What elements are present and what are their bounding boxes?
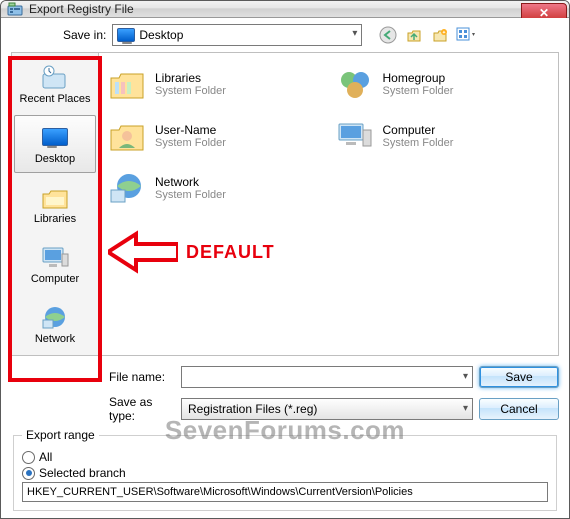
svg-text:✦: ✦ — [442, 30, 446, 36]
homegroup-icon — [335, 64, 375, 104]
radio-all-label: All — [39, 450, 52, 464]
save-as-type-dropdown[interactable]: Registration Files (*.reg) ▾ — [181, 398, 473, 420]
item-name: Computer — [383, 123, 454, 137]
desktop-place-icon — [39, 123, 71, 151]
radio-all-row[interactable]: All — [22, 450, 548, 464]
chevron-down-icon: ▾ — [352, 28, 357, 39]
main-area: Recent Places Desktop Libraries — [11, 52, 559, 356]
radio-all[interactable] — [22, 451, 35, 464]
item-name: Network — [155, 175, 226, 189]
toolbar: ✦ — [368, 25, 476, 45]
regedit-icon — [7, 1, 23, 17]
chevron-down-icon: ▾ — [463, 403, 468, 414]
file-list[interactable]: Libraries System Folder Homegroup System… — [99, 52, 559, 356]
save-in-dropdown[interactable]: Desktop ▾ — [112, 24, 362, 46]
views-button[interactable] — [456, 25, 476, 45]
place-network-label: Network — [35, 333, 75, 345]
cancel-button[interactable]: Cancel — [479, 398, 559, 420]
up-one-level-button[interactable] — [404, 25, 424, 45]
export-range-legend: Export range — [22, 428, 99, 442]
item-sub: System Folder — [383, 137, 454, 149]
item-name: Libraries — [155, 71, 226, 85]
branch-path-input[interactable]: HKEY_CURRENT_USER\Software\Microsoft\Win… — [22, 482, 548, 502]
radio-selected-row[interactable]: Selected branch — [22, 466, 548, 480]
item-name: Homegroup — [383, 71, 454, 85]
save-button[interactable]: Save — [479, 366, 559, 388]
place-desktop-label: Desktop — [35, 153, 75, 165]
user-icon — [107, 116, 147, 156]
save-as-type-value: Registration Files (*.reg) — [188, 402, 317, 416]
places-bar: Recent Places Desktop Libraries — [11, 52, 99, 356]
save-in-label: Save in: — [63, 28, 106, 42]
item-computer[interactable]: Computer System Folder — [333, 111, 553, 161]
computer-icon — [335, 116, 375, 156]
network-icon — [107, 168, 147, 208]
chevron-down-icon: ▾ — [463, 371, 468, 382]
titlebar: Export Registry File ✕ — [1, 1, 569, 18]
item-sub: System Folder — [155, 189, 226, 201]
place-libraries[interactable]: Libraries — [14, 175, 96, 233]
place-network[interactable]: Network — [14, 295, 96, 353]
libraries-place-icon — [39, 183, 71, 211]
radio-selected-label: Selected branch — [39, 466, 126, 480]
item-sub: System Folder — [383, 85, 454, 97]
back-button[interactable] — [378, 25, 398, 45]
place-computer[interactable]: Computer — [14, 235, 96, 293]
window-title: Export Registry File — [29, 2, 134, 16]
item-libraries[interactable]: Libraries System Folder — [105, 59, 325, 109]
item-user[interactable]: User-Name System Folder — [105, 111, 325, 161]
network-place-icon — [39, 303, 71, 331]
file-name-input[interactable]: ▾ — [181, 366, 473, 388]
place-recent[interactable]: Recent Places — [14, 55, 96, 113]
bottom-controls: File name: ▾ Save Save as type: Registra… — [11, 356, 559, 422]
recent-places-icon — [39, 63, 71, 91]
item-sub: System Folder — [155, 137, 226, 149]
new-folder-button[interactable]: ✦ — [430, 25, 450, 45]
libraries-icon — [107, 64, 147, 104]
content: Save in: Desktop ▾ ✦ — [1, 18, 569, 519]
item-name: User-Name — [155, 123, 226, 137]
branch-path-value: HKEY_CURRENT_USER\Software\Microsoft\Win… — [27, 486, 413, 498]
place-libraries-label: Libraries — [34, 213, 76, 225]
radio-selected[interactable] — [22, 467, 35, 480]
item-homegroup[interactable]: Homegroup System Folder — [333, 59, 553, 109]
export-range-group: Export range All Selected branch HKEY_CU… — [13, 428, 557, 511]
place-recent-label: Recent Places — [20, 93, 91, 105]
file-name-label: File name: — [105, 370, 175, 384]
window: Export Registry File ✕ Save in: Desktop … — [0, 0, 570, 519]
item-network[interactable]: Network System Folder — [105, 163, 325, 213]
save-in-row: Save in: Desktop ▾ ✦ — [11, 24, 559, 52]
place-desktop[interactable]: Desktop — [14, 115, 96, 173]
item-sub: System Folder — [155, 85, 226, 97]
place-computer-label: Computer — [31, 273, 79, 285]
computer-place-icon — [39, 243, 71, 271]
save-as-type-label: Save as type: — [105, 395, 175, 423]
save-in-value: Desktop — [139, 28, 183, 42]
desktop-icon — [117, 28, 135, 42]
